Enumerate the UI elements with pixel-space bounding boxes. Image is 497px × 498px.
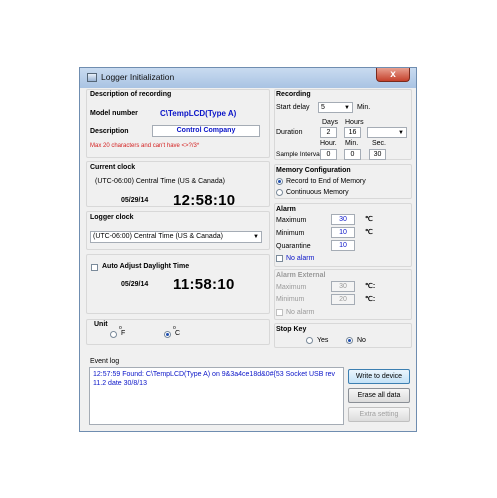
- auto-adjust-checkbox[interactable]: [91, 264, 98, 271]
- logger-clock-time: 11:58:10: [173, 276, 235, 293]
- current-clock-time: 12:58:10: [173, 192, 236, 209]
- unit-celsius-label: C: [175, 330, 181, 337]
- alarm-external-max-label: Maximum: [276, 284, 307, 291]
- alarm-external-min-input[interactable]: 20: [331, 294, 355, 305]
- stop-key-no-label: No: [357, 337, 366, 344]
- min-label: Min.: [345, 140, 359, 147]
- alarm-header: Alarm: [276, 206, 296, 213]
- window-title: Logger Initialization: [101, 72, 175, 82]
- alarm-external-min-label: Minimum: [276, 296, 305, 303]
- logger-clock-timezone-select[interactable]: (UTC-06:00) Central Time (US & Canada) ▼: [90, 231, 262, 243]
- alarm-external-max-input[interactable]: 30: [331, 281, 355, 292]
- sample-hour-input[interactable]: 0: [320, 149, 337, 160]
- alarm-external-no-alarm-checkbox[interactable]: [276, 309, 283, 316]
- title-bar[interactable]: Logger Initialization x: [80, 68, 416, 88]
- start-delay-unit: Min.: [357, 104, 371, 111]
- stop-key-header: Stop Key: [276, 326, 307, 333]
- app-icon: [87, 73, 97, 82]
- close-button[interactable]: x: [376, 68, 410, 82]
- logger-initialization-window: Logger Initialization x Description of r…: [79, 67, 417, 432]
- logger-clock-header: Logger clock: [90, 214, 134, 221]
- quarantine-label: Quarantine: [276, 243, 311, 250]
- logger-clock-date: 05/29/14: [121, 281, 149, 288]
- memory-end-radio[interactable]: [276, 178, 283, 185]
- event-log-textarea[interactable]: 12:57:59 Found: C\TempLCD(Type A) on 9&3…: [89, 367, 344, 425]
- hour-label: Hour.: [320, 140, 337, 147]
- memory-header: Memory Configuration: [276, 167, 351, 174]
- duration-label: Duration: [276, 129, 303, 136]
- memory-end-label: Record to End of Memory: [286, 178, 366, 185]
- unit-fahrenheit-radio[interactable]: [110, 331, 117, 338]
- sample-sec-input[interactable]: 30: [369, 149, 386, 160]
- stop-key-yes-radio[interactable]: [306, 337, 313, 344]
- alarm-max-input[interactable]: 30: [331, 214, 355, 225]
- chevron-down-icon: ▼: [253, 234, 259, 240]
- alarm-min-label: Minimum: [276, 230, 305, 237]
- logger-clock-timezone-value: (UTC-06:00) Central Time (US & Canada): [93, 233, 223, 240]
- sample-min-input[interactable]: 0: [344, 149, 361, 160]
- no-alarm-checkbox[interactable]: [276, 255, 283, 262]
- description-label: Description: [90, 128, 129, 135]
- alarm-external-min-unit: ℃:: [365, 296, 376, 303]
- quarantine-input[interactable]: 10: [331, 240, 355, 251]
- start-delay-label: Start delay: [276, 104, 310, 111]
- alarm-external-max-unit: ℃:: [365, 283, 376, 290]
- model-number-value: C\TempLCD(Type A): [160, 109, 237, 118]
- current-clock-timezone: (UTC-06:00) Central Time (US & Canada): [95, 178, 225, 185]
- description-warning: Max 20 characters and can't have <>?/3*: [90, 143, 200, 149]
- unit-celsius-radio[interactable]: [164, 331, 171, 338]
- alarm-external-no-alarm-label: No alarm: [286, 309, 315, 316]
- event-log-header: Event log: [90, 358, 120, 365]
- alarm-max-label: Maximum: [276, 217, 307, 224]
- write-to-device-button[interactable]: Write to device: [348, 369, 410, 384]
- start-delay-select[interactable]: 5 ▼: [318, 102, 353, 113]
- start-delay-value: 5: [321, 104, 325, 111]
- recording-header: Recording: [276, 91, 311, 98]
- unit-header: Unit: [94, 321, 108, 328]
- chevron-down-icon: ▼: [398, 130, 404, 136]
- days-label: Days: [322, 119, 338, 126]
- duration-days-input[interactable]: 2: [320, 127, 337, 138]
- memory-continuous-radio[interactable]: [276, 189, 283, 196]
- sec-label: Sec.: [372, 140, 387, 147]
- model-number-label: Model number: [90, 110, 138, 117]
- recording-section: [274, 89, 412, 160]
- auto-adjust-label: Auto Adjust Daylight Time: [102, 263, 190, 270]
- stop-key-no-radio[interactable]: [346, 337, 353, 344]
- unit-fahrenheit-label: F: [121, 330, 126, 337]
- memory-continuous-label: Continuous Memory: [286, 189, 349, 196]
- duration-extra-select[interactable]: ▼: [367, 127, 407, 138]
- alarm-external-header: Alarm External: [276, 272, 326, 279]
- duration-hours-input[interactable]: 16: [344, 127, 361, 138]
- alarm-min-input[interactable]: 10: [331, 227, 355, 238]
- chevron-down-icon: ▼: [344, 105, 350, 111]
- description-input[interactable]: Control Company: [152, 125, 260, 137]
- no-alarm-label: No alarm: [286, 255, 315, 262]
- extra-setting-button[interactable]: Extra setting: [348, 407, 410, 422]
- alarm-min-unit: ℃: [365, 229, 373, 236]
- current-clock-header: Current clock: [90, 164, 136, 171]
- erase-all-data-button[interactable]: Erase all data: [348, 388, 410, 403]
- description-header: Description of recording: [90, 91, 172, 98]
- hours-label: Hours: [345, 119, 364, 126]
- sample-interval-label: Sample Interval:: [276, 151, 323, 158]
- stop-key-yes-label: Yes: [317, 337, 329, 344]
- current-clock-date: 05/29/14: [121, 197, 149, 204]
- alarm-max-unit: ℃: [365, 216, 373, 223]
